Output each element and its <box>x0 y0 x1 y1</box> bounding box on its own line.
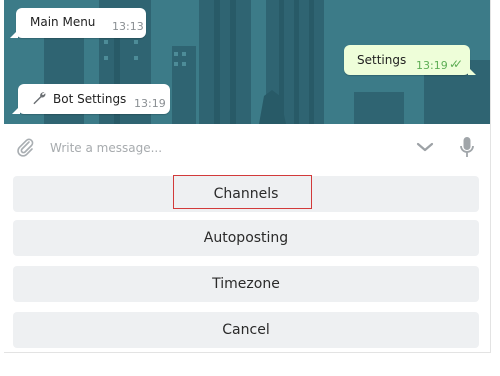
keyboard-button-cancel[interactable]: Cancel <box>13 312 479 348</box>
message-text: Settings <box>357 53 407 67</box>
message-text: Bot Settings <box>53 92 127 106</box>
message-bubble-outgoing[interactable]: Settings 13:19 ✓✓ <box>344 45 476 75</box>
message-text: Main Menu <box>30 15 96 29</box>
bubble-tail <box>12 106 20 114</box>
message-time: 13:19 <box>416 59 448 72</box>
microphone-icon[interactable] <box>458 135 476 161</box>
message-input[interactable] <box>48 136 392 160</box>
wrench-icon <box>31 90 47 110</box>
message-time: 13:13 <box>112 20 144 33</box>
message-bubble-incoming[interactable]: Bot Settings 13:19 <box>12 84 170 114</box>
keyboard-button-autoposting[interactable]: Autoposting <box>13 220 479 256</box>
bubble-tail <box>10 30 18 38</box>
message-composer <box>4 124 490 171</box>
chat-history[interactable]: Main Menu 13:13 Settings 13:19 ✓✓ Bot Se… <box>4 0 490 124</box>
message-bubble-incoming[interactable]: Main Menu 13:13 <box>10 8 146 38</box>
telegram-chat-window: Main Menu 13:13 Settings 13:19 ✓✓ Bot Se… <box>4 0 491 353</box>
bot-reply-keyboard: Channels Autoposting Timezone Cancel <box>4 170 490 352</box>
keyboard-button-timezone[interactable]: Timezone <box>13 266 479 302</box>
bubble-tail <box>468 67 476 75</box>
chevron-down-icon[interactable] <box>414 139 436 155</box>
double-check-icon: ✓✓ <box>449 57 463 71</box>
message-time: 13:19 <box>134 97 166 110</box>
keyboard-button-channels[interactable]: Channels <box>13 176 479 212</box>
paperclip-icon[interactable] <box>14 136 36 158</box>
